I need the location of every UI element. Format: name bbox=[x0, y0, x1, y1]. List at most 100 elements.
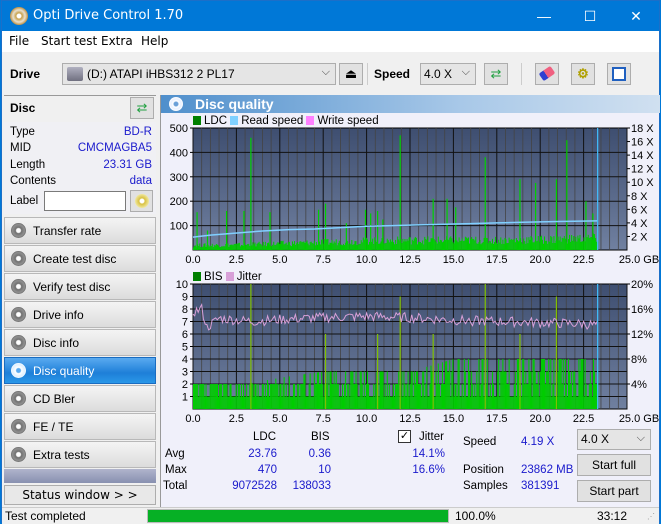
transfer-rate-icon bbox=[11, 223, 26, 238]
eject-button[interactable]: ⏏ bbox=[339, 63, 363, 85]
ldc-bar bbox=[246, 244, 248, 250]
bis-bar bbox=[339, 396, 341, 409]
bis-bar bbox=[212, 384, 214, 409]
ldc-bar bbox=[369, 241, 371, 250]
erase-button[interactable] bbox=[535, 63, 559, 85]
ldc-bar bbox=[483, 237, 485, 250]
menu-extra[interactable]: Extra bbox=[101, 34, 133, 48]
ldc-bar bbox=[359, 243, 361, 250]
ldc-bar bbox=[253, 244, 255, 250]
bis-bar bbox=[309, 373, 311, 409]
maximize-button[interactable]: ☐ bbox=[567, 1, 613, 31]
bis-bar bbox=[542, 359, 545, 409]
y2-tick-label: 16 X bbox=[631, 137, 654, 149]
resize-grip-icon[interactable]: ⋰ bbox=[647, 512, 655, 521]
ldc-spike bbox=[370, 213, 372, 250]
ldc-bar bbox=[289, 245, 291, 250]
bis-bar bbox=[197, 384, 199, 409]
bis-bar bbox=[205, 384, 207, 409]
ldc-bar bbox=[436, 243, 438, 250]
settings-button[interactable]: ⚙ bbox=[571, 63, 595, 85]
ldc-bar bbox=[587, 234, 589, 250]
ldc-bar bbox=[295, 244, 297, 250]
bis-bar bbox=[471, 371, 473, 409]
ldc-bar bbox=[380, 241, 382, 250]
ldc-bar bbox=[497, 244, 499, 250]
ldc-spike bbox=[382, 219, 384, 250]
bis-bar bbox=[581, 359, 583, 409]
bis-bar bbox=[321, 371, 323, 409]
minimize-button[interactable]: — bbox=[521, 1, 567, 31]
jitter-checkbox[interactable]: ✓ bbox=[398, 430, 411, 443]
ldc-bar bbox=[524, 241, 526, 250]
bis-bar bbox=[320, 384, 322, 409]
bis-bar bbox=[502, 359, 504, 409]
stats-avg-jitter: 14.1% bbox=[412, 448, 445, 460]
menu-file[interactable]: File bbox=[9, 34, 29, 48]
ldc-bar bbox=[262, 241, 264, 250]
fe-te-icon bbox=[11, 419, 26, 434]
x-tick-label: 15.0 bbox=[443, 413, 464, 423]
menu-start-test[interactable]: Start test bbox=[41, 34, 97, 48]
ldc-bar bbox=[347, 241, 349, 250]
bis-bar bbox=[380, 371, 382, 409]
ldc-bar bbox=[444, 239, 446, 250]
disc-label-button[interactable] bbox=[130, 190, 153, 212]
ldc-spike bbox=[534, 182, 537, 250]
ldc-spike bbox=[250, 137, 252, 250]
ldc-bar bbox=[546, 240, 548, 250]
nav-create-test-disc[interactable]: Create test disc bbox=[4, 245, 156, 272]
ldc-bar bbox=[379, 243, 381, 250]
ldc-bar bbox=[427, 236, 429, 250]
ldc-spike bbox=[324, 203, 327, 250]
speed-select[interactable]: 4.0 X ⌵ bbox=[420, 63, 476, 85]
bis-bar bbox=[348, 384, 350, 409]
bis-bar bbox=[438, 384, 440, 409]
ldc-bar bbox=[525, 243, 527, 250]
ldc-bar bbox=[471, 237, 473, 250]
save-button[interactable] bbox=[607, 63, 631, 85]
ldc-bar bbox=[465, 237, 467, 250]
ldc-bar bbox=[500, 237, 502, 250]
test-speed-select[interactable]: 4.0 X ⌵ bbox=[577, 429, 651, 450]
ldc-bar bbox=[557, 236, 559, 250]
ldc-bar bbox=[449, 237, 451, 250]
refresh-button[interactable]: ⇄ bbox=[484, 63, 508, 85]
start-part-button[interactable]: Start part bbox=[577, 480, 651, 502]
nav-drive-info[interactable]: Drive info bbox=[4, 301, 156, 328]
ldc-bar bbox=[472, 238, 474, 250]
nav-cd-bler[interactable]: CD Bler bbox=[4, 385, 156, 412]
ldc-bar bbox=[275, 244, 277, 250]
disc-label-input[interactable] bbox=[44, 191, 126, 211]
nav-verify-test-disc[interactable]: Verify test disc bbox=[4, 273, 156, 300]
ldc-bar bbox=[437, 236, 439, 250]
bis-bar bbox=[382, 371, 384, 409]
ldc-bar bbox=[527, 243, 529, 250]
bis-bar bbox=[227, 396, 229, 409]
eraser-icon bbox=[538, 65, 556, 82]
bis-bar bbox=[513, 384, 515, 409]
stats-max-jitter: 16.6% bbox=[412, 464, 445, 476]
nav-disc-quality[interactable]: Disc quality bbox=[4, 357, 156, 384]
x-tick-label: 20.0 bbox=[529, 254, 550, 263]
nav-extra-tests[interactable]: Extra tests bbox=[4, 441, 156, 468]
ldc-bar bbox=[236, 243, 238, 250]
ldc-bar bbox=[255, 246, 257, 250]
ldc-bar bbox=[349, 243, 351, 250]
disc-refresh-button[interactable]: ⇄ bbox=[130, 97, 154, 119]
disc-row-length: Length 23.31 GB bbox=[10, 159, 152, 171]
nav-disc-info[interactable]: Disc info bbox=[4, 329, 156, 356]
start-full-button[interactable]: Start full bbox=[577, 454, 651, 476]
close-button[interactable]: ✕ bbox=[613, 1, 659, 31]
ldc-bar bbox=[396, 244, 398, 250]
nav-transfer-rate[interactable]: Transfer rate bbox=[4, 217, 156, 244]
menu-help[interactable]: Help bbox=[141, 34, 168, 48]
nav-fe-te[interactable]: FE / TE bbox=[4, 413, 156, 440]
ldc-bar bbox=[300, 241, 302, 250]
bis-bar bbox=[299, 396, 301, 409]
bis-bar bbox=[589, 371, 591, 409]
bis-bar bbox=[414, 384, 416, 409]
bis-bar bbox=[270, 384, 272, 409]
drive-select[interactable]: (D:) ATAPI iHBS312 2 PL17 ⌵ bbox=[62, 63, 336, 85]
status-window-button[interactable]: Status window > > bbox=[4, 485, 156, 505]
